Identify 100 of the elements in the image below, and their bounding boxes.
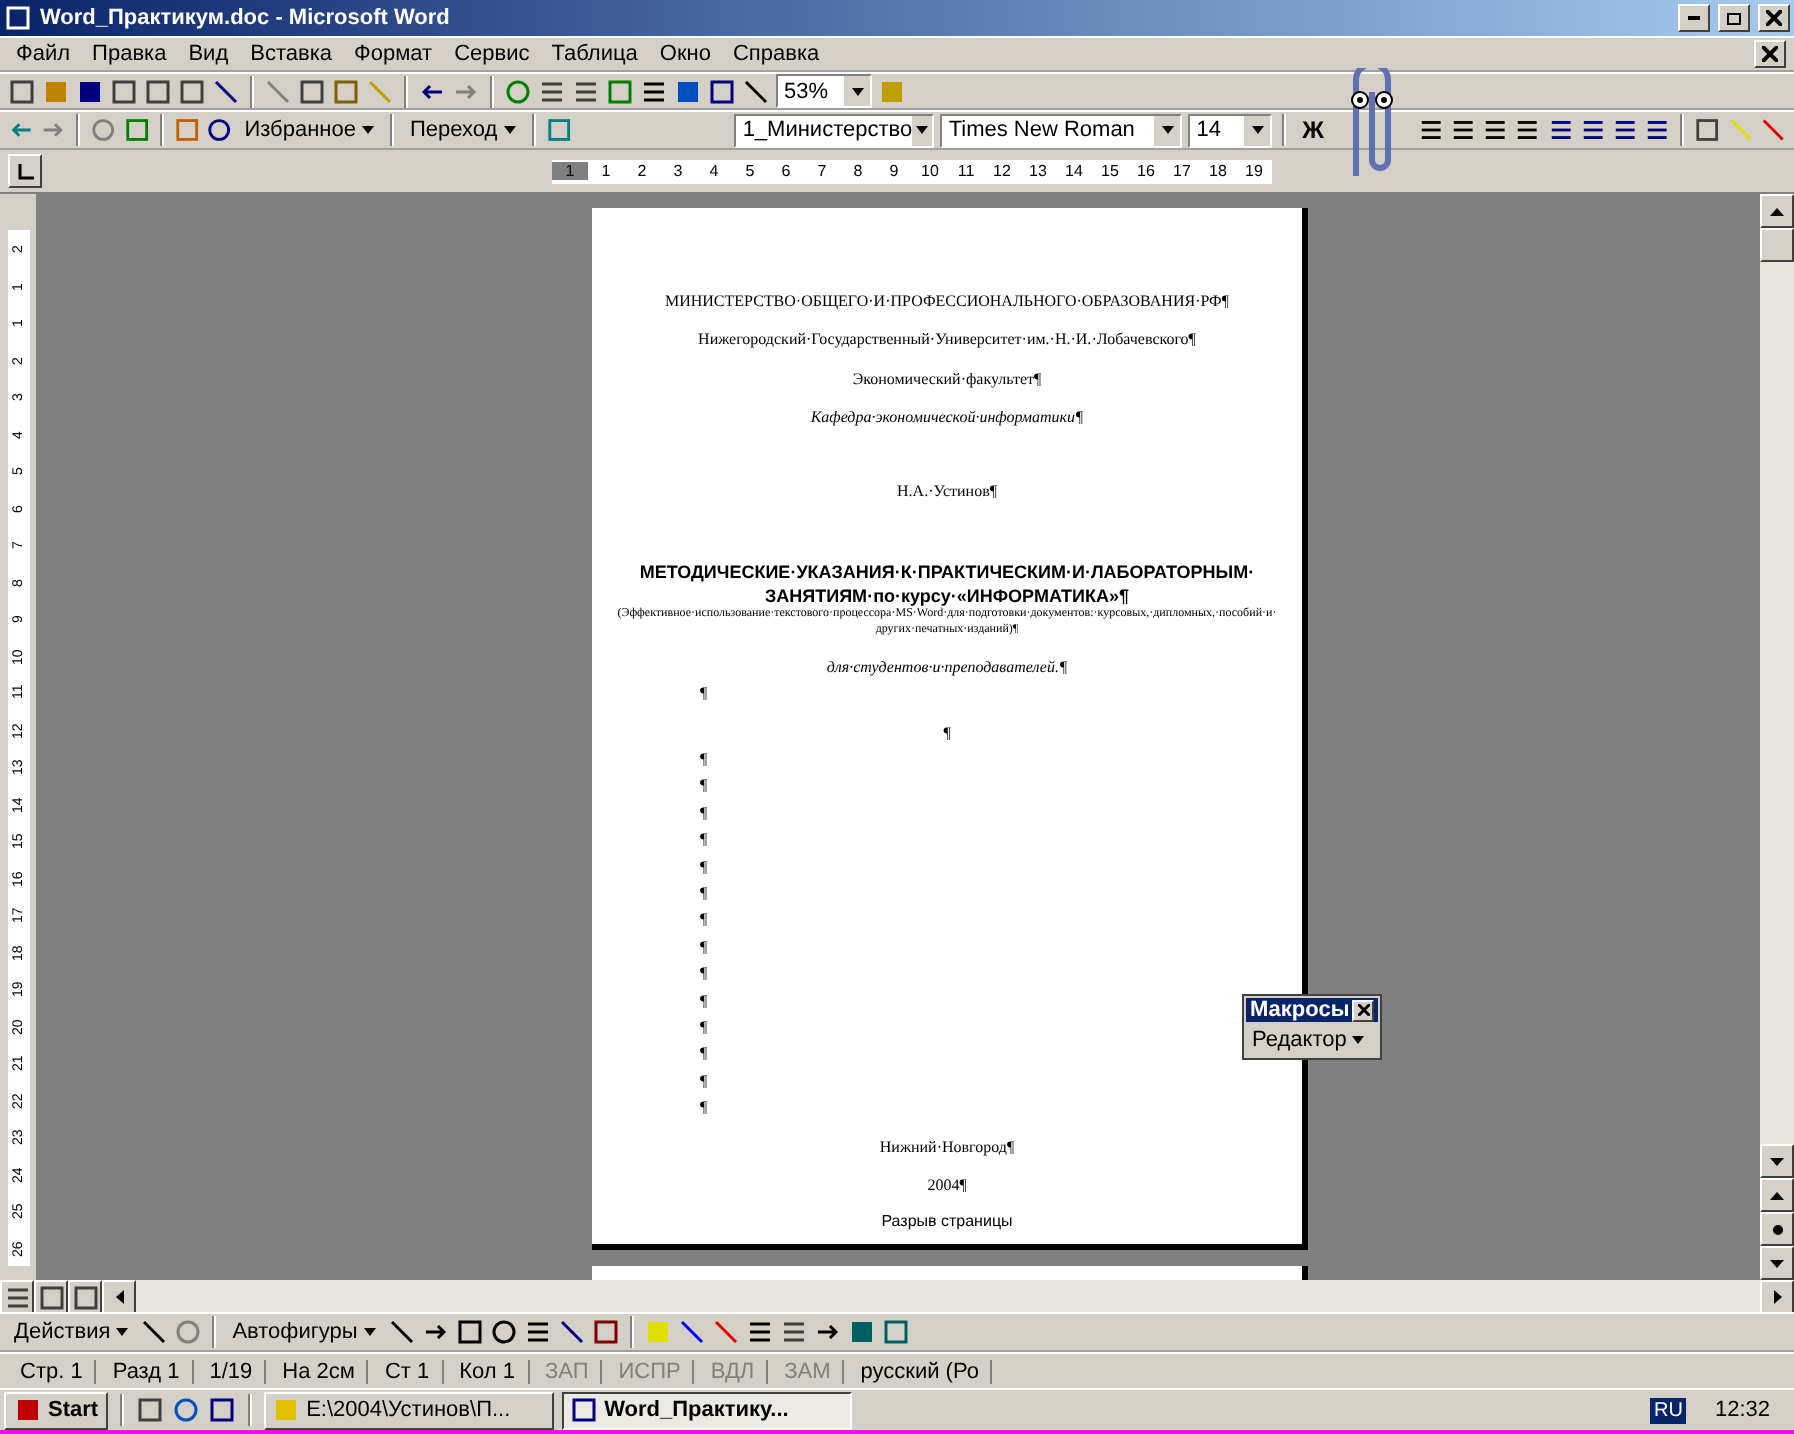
caret-icon bbox=[1352, 1035, 1365, 1043]
paragraph: для·студентов·и·преподавателей.¶ bbox=[826, 657, 1068, 679]
menu-item[interactable]: Правка bbox=[84, 42, 175, 66]
next-page-button[interactable] bbox=[1760, 1246, 1794, 1280]
ruler-number: 15 bbox=[1099, 162, 1121, 180]
scroll-left-button[interactable] bbox=[102, 1280, 136, 1314]
window-title: Word_Практикум.doc - Microsoft Word bbox=[40, 6, 452, 30]
columns-icon[interactable] bbox=[640, 77, 668, 105]
ruler-number: 13 bbox=[1027, 162, 1049, 180]
paragraph: ¶ bbox=[700, 803, 708, 825]
close-icon bbox=[1357, 1004, 1369, 1016]
menu-item[interactable]: Справка bbox=[724, 42, 828, 66]
align-left-icon[interactable] bbox=[1417, 116, 1444, 144]
ruler-number: 5 bbox=[743, 162, 757, 180]
go-menu[interactable]: Переход bbox=[403, 113, 522, 147]
ruler-number: 6 bbox=[779, 162, 793, 180]
zoom-combo[interactable]: 53% bbox=[776, 74, 872, 108]
close-button[interactable] bbox=[1352, 999, 1374, 1021]
status-cell: Разд 1 bbox=[100, 1359, 194, 1383]
status-cell: ВДЛ bbox=[698, 1359, 769, 1383]
menu-item[interactable]: Таблица bbox=[543, 42, 646, 66]
menu-item[interactable]: Окно bbox=[651, 42, 719, 66]
language-indicator[interactable]: RU bbox=[1650, 1397, 1687, 1423]
paragraph: ¶ bbox=[700, 964, 708, 986]
status-cell: 1/19 bbox=[197, 1359, 267, 1383]
scroll-right-button[interactable] bbox=[1760, 1280, 1794, 1314]
left-arrow-icon bbox=[115, 1290, 123, 1304]
paragraph: Кафедра·экономической·информатики¶ bbox=[810, 408, 1084, 430]
ruler-number: 16 bbox=[1135, 162, 1157, 180]
ruler-number: 8 bbox=[851, 162, 865, 180]
menu-item[interactable]: Формат bbox=[346, 42, 441, 66]
caret-icon bbox=[363, 1328, 376, 1336]
favorites-menu[interactable]: Избранное bbox=[238, 113, 380, 147]
justify-icon[interactable] bbox=[1514, 116, 1542, 144]
start-button[interactable]: Start bbox=[4, 1391, 109, 1429]
taskbar-task[interactable]: Word_Практику... bbox=[562, 1391, 853, 1429]
ruler-number: 9 bbox=[887, 162, 901, 180]
style-combo[interactable]: 1_Министерство bbox=[734, 113, 935, 147]
paragraph: ¶ bbox=[700, 857, 708, 879]
caret-icon bbox=[116, 1328, 129, 1336]
ruler-number: 19 bbox=[1243, 162, 1265, 180]
close-icon bbox=[1762, 46, 1778, 62]
autoshapes-menu[interactable]: Автофигуры bbox=[226, 1315, 382, 1349]
menu-item[interactable]: Вид bbox=[180, 42, 237, 66]
caret-icon bbox=[503, 126, 516, 134]
clock: 12:32 bbox=[1712, 1398, 1772, 1422]
editor-menu[interactable]: Редактор bbox=[1246, 1022, 1371, 1056]
paragraph: ¶ bbox=[700, 991, 708, 1012]
left-tab-icon bbox=[17, 163, 33, 179]
taskbar-task[interactable]: E:\2004\Устинов\П... bbox=[264, 1391, 555, 1429]
paragraph: ¶ bbox=[700, 1071, 708, 1093]
paragraph: ¶ bbox=[700, 1098, 708, 1120]
font-combo[interactable]: Times New Roman bbox=[940, 113, 1183, 147]
paragraph: МИНИСТЕРСТВО·ОБЩЕГО·И·ПРОФЕССИОНАЛЬНОГО·ОБРАЗОВАНИЯ·РФ¶ bbox=[664, 292, 1229, 313]
restore-button[interactable] bbox=[1718, 4, 1750, 32]
line-icon[interactable] bbox=[387, 1318, 416, 1346]
caret-icon bbox=[361, 126, 374, 134]
paragraph: ¶ bbox=[700, 1044, 708, 1066]
caret-icon bbox=[851, 87, 863, 95]
oval-icon[interactable] bbox=[489, 1318, 518, 1346]
bold-button[interactable]: Ж bbox=[1296, 113, 1331, 147]
up-arrow-icon bbox=[1770, 207, 1784, 215]
down-arrow-icon bbox=[1770, 1157, 1784, 1165]
paragraph: МЕТОДИЧЕСКИЕ·УКАЗАНИЯ·К·ПРАКТИЧЕСКИМ·И·ЛАБОРАТОРНЫМ·ЗАНЯТИЯМ·по·курсу·«ИНФОРМАТИКА»¶ bbox=[639, 561, 1255, 608]
align-center-icon[interactable] bbox=[1449, 116, 1477, 144]
paragraph: Н.А.·Устинов¶ bbox=[897, 481, 997, 502]
scroll-up-button[interactable] bbox=[1760, 194, 1794, 228]
close-button[interactable] bbox=[1758, 4, 1790, 32]
status-cell: Ст 1 bbox=[372, 1359, 444, 1383]
font-size-combo[interactable]: 14 bbox=[1188, 113, 1273, 147]
align-right-icon[interactable] bbox=[1482, 116, 1509, 144]
double-down-arrow-icon bbox=[1770, 1259, 1784, 1267]
ruler-number: 7 bbox=[815, 162, 829, 180]
menu-item[interactable]: Файл bbox=[8, 42, 79, 66]
previous-page-button[interactable] bbox=[1760, 1178, 1794, 1212]
menu-item[interactable]: Сервис bbox=[446, 42, 538, 66]
paragraph: 2004¶ bbox=[927, 1175, 967, 1197]
caret-icon bbox=[1161, 126, 1174, 134]
close-icon bbox=[1766, 10, 1782, 26]
paragraph: ¶ bbox=[700, 884, 708, 905]
minimize-button[interactable] bbox=[1678, 4, 1710, 32]
status-cell: ИСПР bbox=[606, 1359, 695, 1383]
ruler-number: 1 bbox=[552, 162, 588, 180]
rectangle-icon[interactable] bbox=[455, 1318, 484, 1346]
status-cell: На 2см bbox=[270, 1359, 369, 1383]
paragraph: ¶ bbox=[943, 723, 951, 745]
scroll-thumb[interactable] bbox=[1760, 228, 1794, 262]
close-document-button[interactable] bbox=[1754, 40, 1786, 68]
ruler-number: 18 bbox=[1207, 162, 1229, 180]
ruler-number: 1 bbox=[599, 162, 613, 180]
paragraph: ¶ bbox=[700, 937, 708, 959]
actions-menu[interactable]: Действия bbox=[8, 1315, 135, 1349]
circle-icon bbox=[1771, 1223, 1783, 1235]
line-style-icon[interactable] bbox=[745, 1318, 774, 1346]
caret-icon bbox=[916, 126, 929, 134]
tab-stop-selector[interactable] bbox=[8, 154, 42, 188]
menu-item[interactable]: Вставка bbox=[242, 42, 341, 66]
browse-object-button[interactable] bbox=[1760, 1212, 1794, 1246]
paragraph: ¶ bbox=[700, 910, 708, 932]
scroll-down-button[interactable] bbox=[1760, 1144, 1794, 1178]
